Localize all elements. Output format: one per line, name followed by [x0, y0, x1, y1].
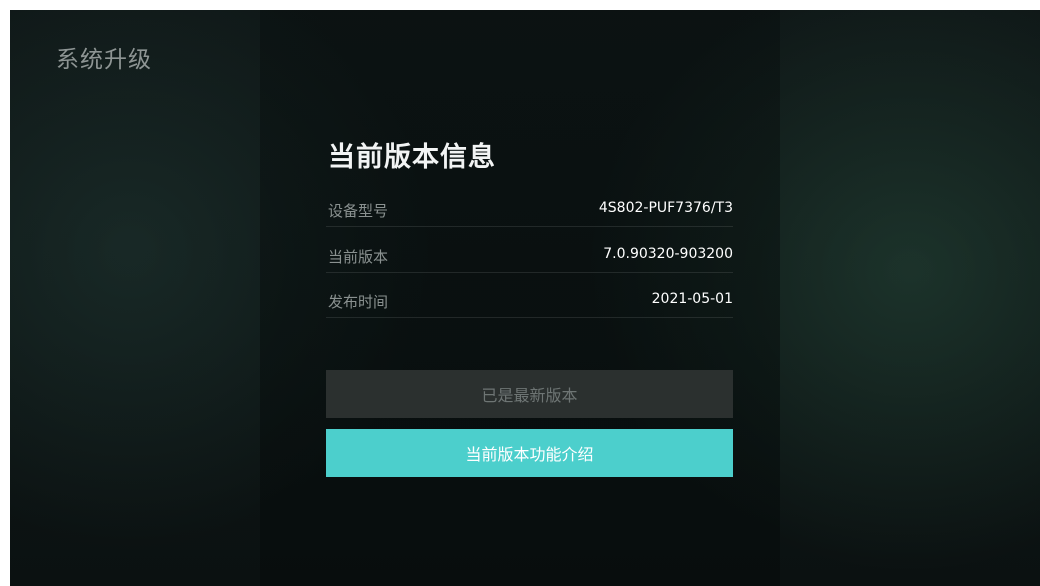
- version-info-title: 当前版本信息: [328, 142, 496, 173]
- info-row-current-version: 当前版本 7.0.90320-903200: [326, 242, 733, 273]
- info-value: 2021-05-01: [651, 291, 733, 307]
- info-label: 当前版本: [328, 248, 389, 266]
- info-label: 设备型号: [328, 202, 389, 220]
- info-value: 7.0.90320-903200: [603, 246, 733, 262]
- system-upgrade-screen: 系统升级 当前版本信息 设备型号 4S802-PUF7376/T3 当前版本 7…: [10, 10, 1040, 586]
- info-row-device-model: 设备型号 4S802-PUF7376/T3: [326, 196, 733, 227]
- page-title: 系统升级: [56, 47, 152, 73]
- info-label: 发布时间: [328, 293, 389, 311]
- version-features-button[interactable]: 当前版本功能介绍: [326, 429, 733, 477]
- info-value: 4S802-PUF7376/T3: [598, 200, 733, 216]
- already-latest-button[interactable]: 已是最新版本: [326, 370, 733, 418]
- info-row-release-date: 发布时间 2021-05-01: [326, 287, 733, 318]
